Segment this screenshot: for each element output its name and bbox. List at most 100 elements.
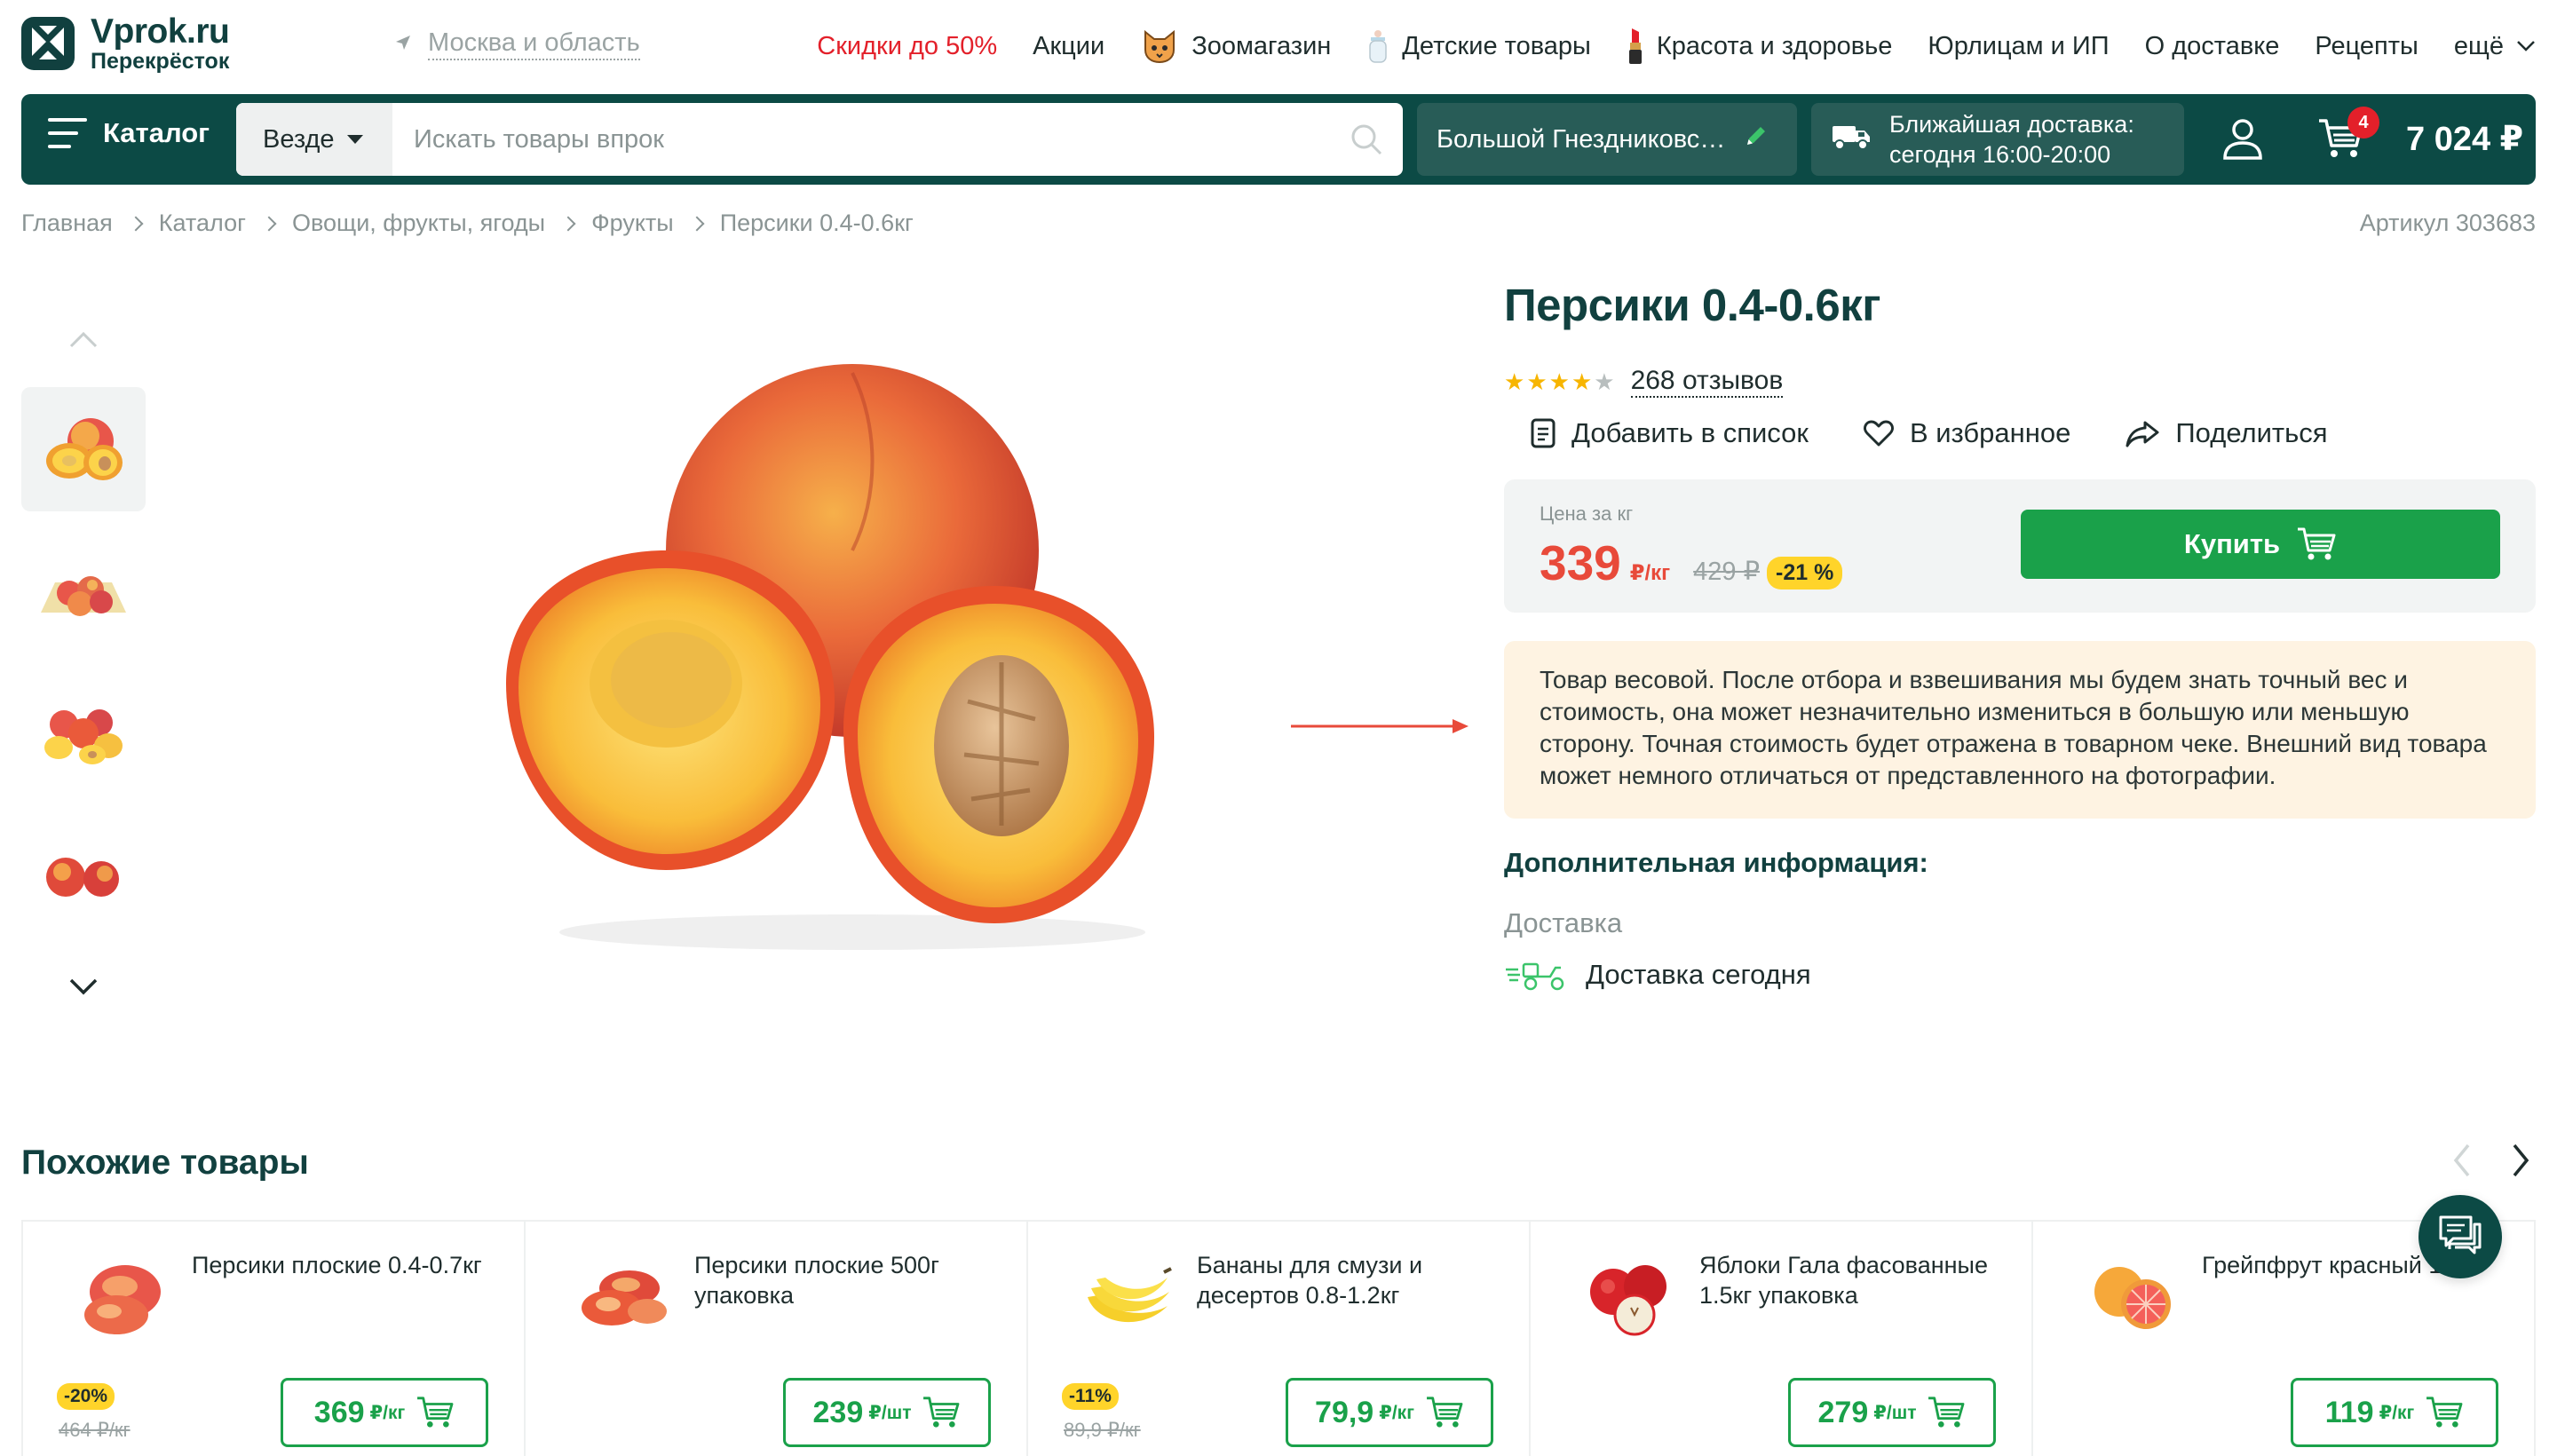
apples-image[interactable]: [1577, 1248, 1683, 1346]
logo-icon: [20, 15, 76, 72]
nav-business[interactable]: Юрлицам и ИП: [1928, 28, 2109, 64]
card-name[interactable]: Бананы для смузи и десертов 0.8-1.2кг: [1197, 1250, 1490, 1310]
flat-peach-pack-image[interactable]: [572, 1248, 678, 1346]
weighted-item-notice: Товар весовой. После отбора и взвешивани…: [1504, 641, 2536, 819]
search-input[interactable]: [392, 103, 1330, 176]
card-unit: ₽/кг: [369, 1402, 406, 1423]
card-discount-badge: -20%: [57, 1383, 115, 1410]
article-number: Артикул 303683: [2359, 210, 2536, 236]
discount-badge: -21 %: [1767, 557, 1843, 590]
chevron-right-icon[interactable]: [2509, 1142, 2532, 1183]
flat-peach-image[interactable]: [69, 1248, 176, 1346]
nav-kids-label: Детские товары: [1402, 32, 1591, 60]
bananas-image[interactable]: [1074, 1248, 1181, 1346]
favorite-button[interactable]: В избранное: [1863, 417, 2070, 449]
chat-icon: [2437, 1214, 2483, 1261]
caret-down-icon: [346, 135, 363, 144]
chevron-left-icon[interactable]: [2450, 1142, 2474, 1183]
product-card[interactable]: Персики плоские 500г упаковка 239 ₽/шт: [526, 1222, 1028, 1456]
scooter-icon: [1504, 957, 1568, 993]
product-card[interactable]: Бананы для смузи и десертов 0.8-1.2кг -1…: [1028, 1222, 1531, 1456]
grapefruit-image[interactable]: [2079, 1248, 2186, 1346]
share-icon: [2126, 419, 2159, 447]
similar-products-title: Похожие товары: [21, 1143, 309, 1182]
add-to-list-button[interactable]: Добавить в список: [1531, 417, 1809, 449]
delivery-info-label: Доставка: [1504, 907, 1623, 938]
main-header: Каталог Везде Большой Гнездниковский пер…: [21, 94, 2536, 185]
similar-products-list: Персики плоские 0.4-0.7кг -20% 464 ₽/кг …: [21, 1220, 2536, 1456]
card-name[interactable]: Персики плоские 500г упаковка: [694, 1250, 987, 1310]
delivery-address[interactable]: Большой Гнездниковский переулок: [1417, 103, 1797, 176]
product-image[interactable]: [462, 346, 1207, 968]
old-price: 429 ₽: [1693, 558, 1761, 586]
chevron-right-icon: [128, 216, 144, 231]
thumbnail-1[interactable]: [21, 387, 146, 511]
nav-recipes[interactable]: Рецепты: [2315, 28, 2418, 64]
menu-icon: [48, 118, 87, 148]
buy-button[interactable]: Купить: [2021, 510, 2500, 579]
search-icon[interactable]: [1330, 103, 1403, 176]
product-actions: Добавить в список В избранное Поделиться: [1531, 417, 2383, 449]
nav-beauty[interactable]: Красота и здоровье: [1627, 27, 1892, 66]
nav-more-label: ещё: [2453, 32, 2504, 60]
card-name[interactable]: Персики плоские 0.4-0.7кг: [192, 1250, 485, 1280]
add-to-cart-button[interactable]: 79,9 ₽/кг: [1286, 1378, 1493, 1447]
nav-kids[interactable]: Детские товары: [1366, 28, 1591, 64]
cart-total[interactable]: 7 024 ₽: [2406, 119, 2523, 159]
pencil-icon[interactable]: [1744, 123, 1769, 155]
add-to-cart-button[interactable]: 239 ₽/шт: [783, 1378, 991, 1447]
add-to-cart-button[interactable]: 119 ₽/кг: [2291, 1378, 2498, 1447]
thumbnail-4[interactable]: [21, 813, 146, 938]
card-unit: ₽/кг: [1379, 1402, 1414, 1423]
nav-sales[interactable]: Скидки до 50%: [817, 28, 997, 64]
thumbnail-2[interactable]: [21, 529, 146, 653]
nav-pet-store[interactable]: Зоомагазин: [1140, 28, 1331, 64]
chevron-up-icon[interactable]: [66, 328, 101, 350]
search-bar: Везде: [236, 103, 1403, 176]
star-icon: ★: [1504, 368, 1525, 395]
nearest-delivery[interactable]: Ближайшая доставка: сегодня 16:00-20:00: [1811, 103, 2184, 176]
top-bar: Vprok.ru Перекрёсток Москва и область Ск…: [0, 0, 2557, 92]
price-label: Цена за кг: [1540, 502, 1634, 525]
truck-icon: [1831, 121, 1872, 158]
card-unit: ₽/шт: [1873, 1402, 1917, 1423]
user-icon[interactable]: [2221, 117, 2264, 166]
chevron-down-icon[interactable]: [66, 977, 101, 998]
thumbnail-3[interactable]: [21, 671, 146, 795]
delivery-today-label: Доставка сегодня: [1586, 959, 1811, 990]
star-icon: ★: [1571, 368, 1593, 395]
delivery-line2: сегодня 16:00-20:00: [1889, 141, 2111, 168]
product-card[interactable]: Персики плоские 0.4-0.7кг -20% 464 ₽/кг …: [23, 1222, 526, 1456]
catalog-button[interactable]: Каталог: [48, 117, 210, 149]
delivery-info-value: Доставка сегодня: [1504, 957, 1811, 993]
add-to-cart-button[interactable]: 369 ₽/кг: [281, 1378, 488, 1447]
heart-icon: [1863, 420, 1894, 447]
search-scope-label: Везде: [263, 124, 335, 154]
search-scope-select[interactable]: Везде: [236, 103, 392, 176]
red-arrow-icon: [1287, 717, 1474, 740]
breadcrumb-vegetables-fruits[interactable]: Овощи, фрукты, ягоды: [292, 210, 545, 237]
list-icon: [1531, 418, 1556, 448]
nav-more[interactable]: ещё: [2454, 28, 2536, 64]
reviews-link[interactable]: 268 отзывов: [1630, 366, 1784, 398]
add-to-cart-button[interactable]: 279 ₽/шт: [1788, 1378, 1996, 1447]
card-name[interactable]: Яблоки Гала фасованные 1.5кг упаковка: [1699, 1250, 1992, 1310]
nav-delivery-info[interactable]: О доставке: [2145, 28, 2280, 64]
breadcrumb-catalog[interactable]: Каталог: [159, 210, 246, 237]
chat-button[interactable]: [2418, 1195, 2502, 1278]
share-button[interactable]: Поделиться: [2126, 417, 2328, 449]
baby-bottle-icon: [1366, 28, 1389, 64]
location-selector[interactable]: Москва и область: [394, 27, 640, 60]
card-old-price: 89,9 ₽/кг: [1064, 1419, 1141, 1441]
breadcrumb-home[interactable]: Главная: [21, 210, 113, 237]
product-card[interactable]: Яблоки Гала фасованные 1.5кг упаковка 27…: [1531, 1222, 2033, 1456]
breadcrumb-fruits[interactable]: Фрукты: [591, 210, 674, 237]
address-label: Большой Гнездниковский переулок: [1437, 124, 1730, 154]
nav-business-label: Юрлицам и ИП: [1928, 32, 2110, 60]
card-price: 279: [1817, 1395, 1869, 1429]
logo-subtitle: Перекрёсток: [91, 49, 230, 74]
nav-promotions[interactable]: Акции: [1033, 28, 1104, 64]
catalog-label: Каталог: [103, 117, 210, 148]
site-logo[interactable]: Vprok.ru Перекрёсток: [20, 14, 230, 74]
cart-icon: [1927, 1396, 1966, 1429]
